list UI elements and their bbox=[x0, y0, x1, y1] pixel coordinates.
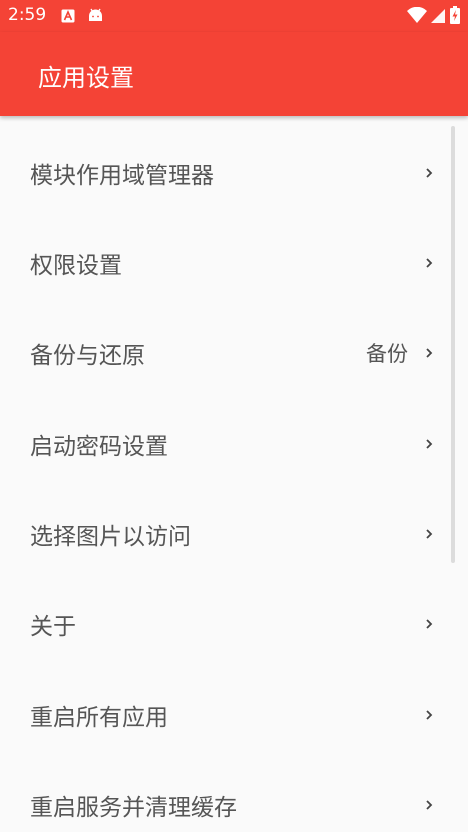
chevron-right-icon bbox=[426, 800, 433, 810]
settings-item-restart-apps[interactable]: 重启所有应用 bbox=[0, 670, 468, 760]
settings-item-select-image[interactable]: 选择图片以访问 bbox=[0, 489, 468, 579]
settings-item-startup-password[interactable]: 启动密码设置 bbox=[0, 399, 468, 489]
chevron-right-icon bbox=[426, 710, 433, 720]
scrollbar[interactable] bbox=[451, 126, 455, 563]
settings-item-label: 关于 bbox=[30, 614, 76, 640]
chevron-right-icon bbox=[426, 168, 433, 178]
android-icon bbox=[87, 7, 104, 27]
battery-charging-icon bbox=[450, 6, 460, 28]
settings-item-module-scope[interactable]: 模块作用域管理器 bbox=[0, 128, 468, 218]
status-icons bbox=[407, 6, 460, 28]
settings-item-restart-service[interactable]: 重启服务并清理缓存 bbox=[0, 760, 468, 832]
chevron-right-icon bbox=[426, 619, 433, 629]
text-notification-icon bbox=[61, 8, 75, 27]
app-bar: 应用设置 bbox=[0, 32, 468, 116]
settings-item-label: 重启服务并清理缓存 bbox=[30, 795, 237, 821]
chevron-right-icon bbox=[426, 439, 433, 449]
settings-item-label: 备份与还原 bbox=[30, 343, 145, 369]
status-bar: 2:59 bbox=[0, 0, 468, 32]
settings-item-label: 选择图片以访问 bbox=[30, 524, 191, 550]
chevron-right-icon bbox=[426, 258, 433, 268]
settings-item-permissions[interactable]: 权限设置 bbox=[0, 218, 468, 308]
settings-item-value: 备份 bbox=[366, 342, 408, 366]
settings-item-backup-restore[interactable]: 备份与还原 备份 bbox=[0, 308, 468, 398]
settings-item-label: 重启所有应用 bbox=[30, 705, 168, 731]
settings-item-about[interactable]: 关于 bbox=[0, 579, 468, 669]
signal-icon bbox=[431, 7, 445, 27]
app-screen: 2:59 应用设置 模块作用域管理器 权限设置 备份与还原 备份 启动密码设置 … bbox=[0, 0, 468, 832]
chevron-right-icon bbox=[426, 529, 433, 539]
chevron-right-icon bbox=[426, 348, 433, 358]
settings-item-label: 启动密码设置 bbox=[30, 434, 168, 460]
wifi-icon bbox=[407, 6, 427, 27]
status-time: 2:59 bbox=[8, 5, 47, 25]
page-title: 应用设置 bbox=[38, 64, 134, 92]
settings-list[interactable]: 模块作用域管理器 权限设置 备份与还原 备份 启动密码设置 选择图片以访问 关于… bbox=[0, 117, 468, 832]
settings-item-label: 权限设置 bbox=[30, 253, 122, 279]
settings-item-label: 模块作用域管理器 bbox=[30, 163, 214, 189]
